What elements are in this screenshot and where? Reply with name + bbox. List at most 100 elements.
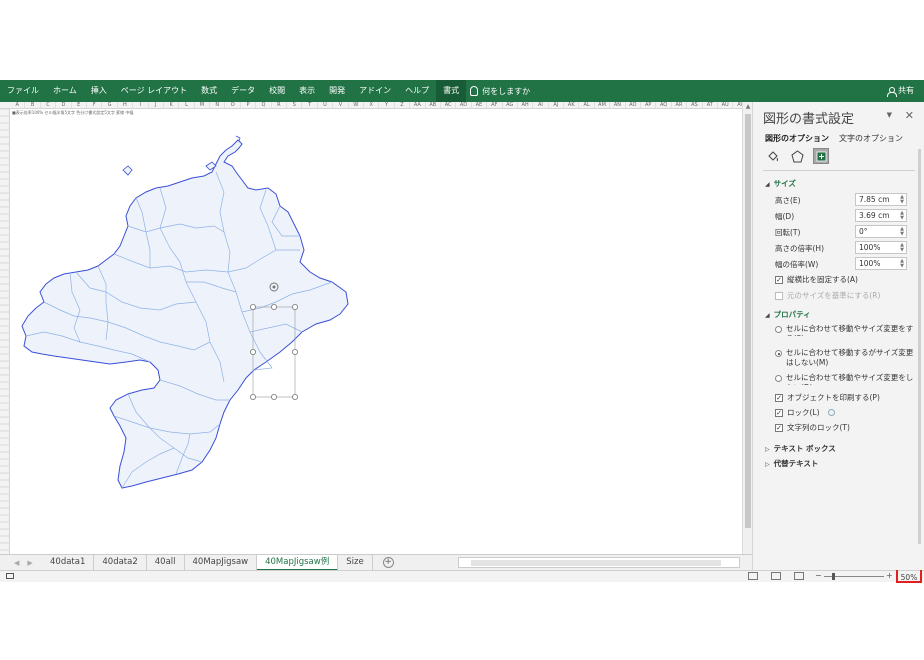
column-header[interactable]: AC (441, 102, 457, 108)
fill-line-icon[interactable] (765, 148, 781, 164)
column-header[interactable]: AB (426, 102, 441, 108)
next-sheet-icon[interactable]: ▶ (27, 559, 32, 567)
column-header[interactable]: AG (503, 102, 518, 108)
checkbox-checked[interactable]: ✓ (775, 275, 783, 284)
info-icon[interactable] (827, 409, 835, 416)
spinner-icon[interactable]: ▲ ▼ (900, 211, 904, 221)
column-header[interactable]: I (133, 102, 149, 108)
resize-handle[interactable] (270, 393, 277, 400)
spinner-icon[interactable]: ▲ ▼ (900, 195, 904, 205)
resize-handle[interactable] (270, 303, 277, 310)
spinner-icon[interactable]: ▲ ▼ (900, 243, 904, 253)
resize-handle[interactable] (291, 348, 298, 355)
sheet-tab[interactable]: Size (338, 554, 373, 571)
column-header[interactable]: AQ (656, 102, 672, 108)
close-icon[interactable]: ✕ (905, 109, 914, 122)
column-header[interactable]: AT (703, 102, 718, 108)
macro-record-icon[interactable] (6, 573, 14, 579)
column-header[interactable]: E (72, 102, 87, 108)
spinner-icon[interactable]: ▲ ▼ (900, 227, 904, 237)
tab-file[interactable]: ファイル (0, 80, 46, 102)
column-header[interactable]: J (149, 102, 164, 108)
tab-formulas[interactable]: 数式 (194, 80, 224, 102)
column-header[interactable]: AN (610, 102, 626, 108)
width-field[interactable]: 3.69 cm ▲ ▼ (855, 209, 907, 222)
map-outline[interactable] (21, 139, 349, 489)
column-header[interactable]: AO (626, 102, 642, 108)
column-header[interactable]: M (195, 102, 211, 108)
tab-data[interactable]: データ (224, 80, 262, 102)
column-header[interactable]: X (364, 102, 380, 108)
sheet-tab[interactable]: 40MapJigsaw (185, 554, 258, 571)
resize-handle[interactable] (249, 303, 256, 310)
radio-button-selected[interactable] (775, 350, 782, 357)
column-header[interactable]: Z (395, 102, 411, 108)
locked-checkbox[interactable]: ✓ ロック(L) (775, 407, 835, 418)
effects-icon[interactable] (789, 148, 805, 164)
column-header[interactable]: C (41, 102, 57, 108)
column-header[interactable]: Y (379, 102, 395, 108)
lock-aspect-checkbox[interactable]: ✓ 縦横比を固定する(A) (775, 274, 858, 285)
tab-shape-options[interactable]: 図形のオプション (765, 133, 829, 144)
column-header[interactable]: R (272, 102, 288, 108)
sheet-tab[interactable]: 40data1 (42, 554, 95, 571)
column-header[interactable]: AE (472, 102, 488, 108)
add-sheet-icon[interactable]: + (382, 557, 394, 568)
column-header[interactable]: S (287, 102, 303, 108)
resize-handle[interactable] (291, 393, 298, 400)
vertical-scroll-thumb[interactable] (745, 114, 751, 528)
print-object-checkbox[interactable]: ✓ オブジェクトを印刷する(P) (775, 392, 880, 403)
section-alt-text[interactable]: ▷ 代替テキスト (765, 458, 818, 469)
zoom-in-icon[interactable]: + (886, 571, 893, 581)
rotation-field[interactable]: 0° ▲ ▼ (855, 225, 907, 238)
column-header[interactable]: AL (579, 102, 595, 108)
tab-format[interactable]: 書式 (436, 80, 467, 102)
radio-button[interactable] (775, 375, 782, 382)
column-header[interactable]: W (349, 102, 364, 108)
column-header[interactable]: L (179, 102, 195, 108)
no-move-size-radio[interactable]: セルに合わせて移動やサイズ変更をしない(D) (775, 373, 915, 385)
scale-width-field[interactable]: 100% ▲ ▼ (855, 257, 907, 270)
resize-handle[interactable] (249, 348, 256, 355)
radio-button[interactable] (775, 326, 782, 333)
checkbox-checked[interactable]: ✓ (775, 393, 783, 402)
lock-text-checkbox[interactable]: ✓ 文字列のロック(T) (775, 422, 850, 433)
column-header[interactable]: AD (456, 102, 472, 108)
tell-me-search[interactable]: 何をしますか (470, 86, 530, 97)
scale-height-field[interactable]: 100% ▲ ▼ (855, 241, 907, 254)
column-header[interactable]: AF (487, 102, 503, 108)
page-layout-view-icon[interactable] (771, 572, 781, 580)
sheet-tab[interactable]: 40data2 (94, 554, 147, 571)
spinner-icon[interactable]: ▲ ▼ (900, 259, 904, 269)
horizontal-scrollbar[interactable] (458, 557, 740, 568)
tab-developer[interactable]: 開発 (322, 80, 352, 102)
column-header[interactable]: N (210, 102, 226, 108)
share-button[interactable]: 共有 (887, 80, 914, 102)
tab-page-layout[interactable]: ページ レイアウト (114, 80, 194, 102)
zoom-slider-thumb[interactable] (831, 573, 835, 580)
resize-handle[interactable] (249, 393, 256, 400)
column-header[interactable]: AS (687, 102, 703, 108)
column-header[interactable]: H (118, 102, 134, 108)
vertical-scrollbar[interactable]: ▲ ▼ (742, 102, 752, 564)
column-header[interactable]: AR (672, 102, 688, 108)
height-field[interactable]: 7.85 cm ▲ ▼ (855, 193, 907, 206)
pane-options-icon[interactable]: ▼ (887, 111, 892, 119)
column-header[interactable]: AH (518, 102, 534, 108)
pane-scrollbar[interactable] (917, 147, 922, 567)
page-break-view-icon[interactable] (794, 572, 804, 580)
sheet-tab[interactable]: 40all (147, 554, 185, 571)
tab-addins[interactable]: アドイン (352, 80, 398, 102)
scroll-up-icon[interactable]: ▲ (744, 103, 752, 111)
tab-view[interactable]: 表示 (292, 80, 322, 102)
tab-help[interactable]: ヘルプ (398, 80, 436, 102)
column-header[interactable]: O (225, 102, 241, 108)
column-header[interactable]: G (102, 102, 118, 108)
column-header[interactable]: Q (256, 102, 272, 108)
pane-scroll-thumb[interactable] (918, 149, 921, 544)
column-header[interactable]: A (10, 102, 26, 108)
horizontal-scroll-thumb[interactable] (471, 560, 721, 566)
size-properties-icon[interactable] (813, 148, 829, 164)
checkbox-checked[interactable]: ✓ (775, 408, 783, 417)
column-header[interactable]: AI (533, 102, 549, 108)
